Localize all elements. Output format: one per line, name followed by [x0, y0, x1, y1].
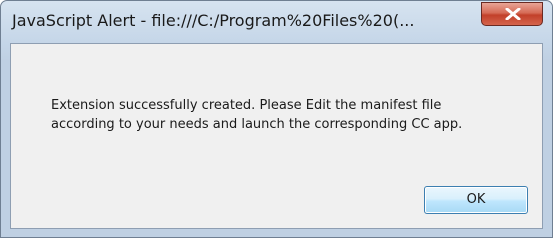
alert-message: Extension successfully created. Please E…: [51, 96, 462, 134]
window-title: JavaScript Alert - file:///C:/Program%20…: [12, 11, 415, 30]
alert-dialog: JavaScript Alert - file:///C:/Program%20…: [0, 0, 553, 238]
close-button[interactable]: [481, 2, 543, 26]
message-line-1: Extension successfully created. Please E…: [51, 98, 442, 113]
close-x-icon: [505, 8, 521, 20]
dialog-body: Extension successfully created. Please E…: [10, 43, 543, 229]
ok-button[interactable]: OK: [424, 186, 528, 214]
title-bar[interactable]: JavaScript Alert - file:///C:/Program%20…: [1, 1, 552, 43]
message-line-2: according to your needs and launch the c…: [51, 117, 463, 132]
